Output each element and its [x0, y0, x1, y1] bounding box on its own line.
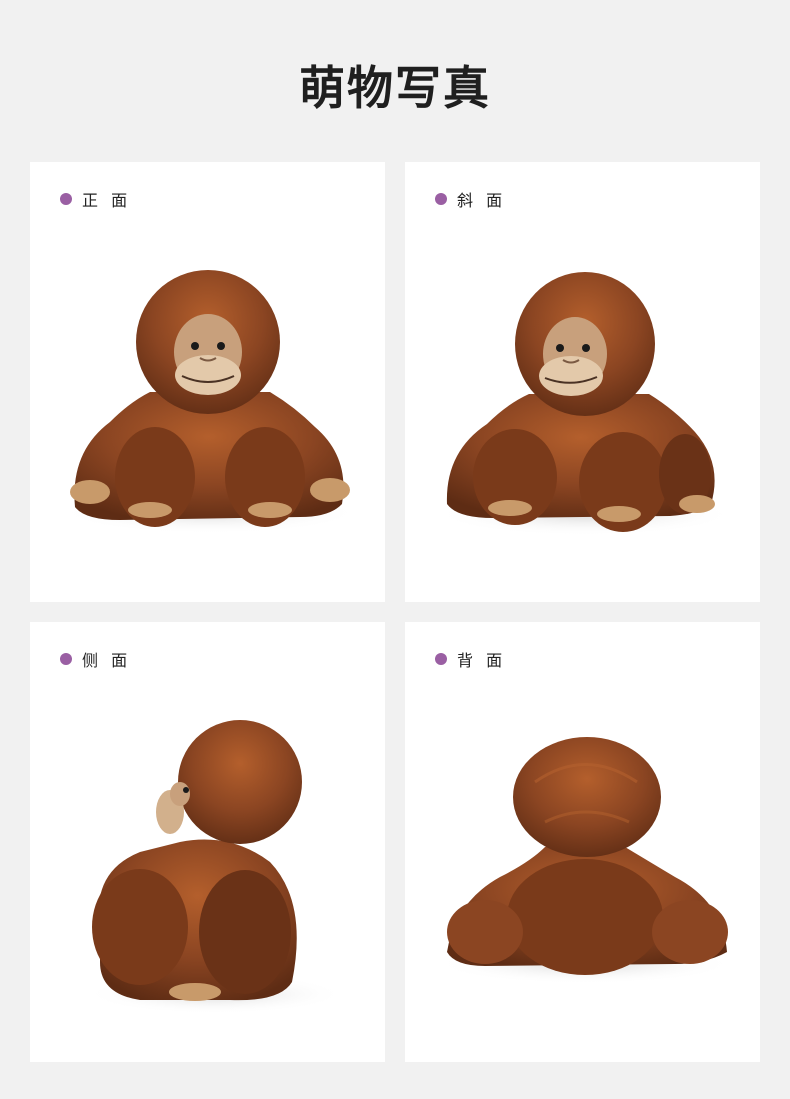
bullet-dot-icon: [60, 193, 72, 205]
page-title: 萌物写真: [299, 61, 491, 115]
card-label-text: 侧 面: [82, 651, 132, 670]
card-label-angled: 斜 面: [435, 187, 506, 211]
photo-card-back: 背 面: [405, 622, 760, 1062]
photo-card-angled: 斜 面: [405, 162, 760, 602]
card-label-back: 背 面: [435, 647, 506, 671]
bullet-dot-icon: [60, 653, 72, 665]
orangutan-plush-side-photo: [85, 720, 345, 1014]
orangutan-plush-front-photo: [60, 270, 360, 534]
card-label-text: 正 面: [82, 191, 132, 210]
orangutan-plush-back-photo: [435, 737, 735, 984]
card-label-text: 斜 面: [457, 191, 507, 210]
bullet-dot-icon: [435, 193, 447, 205]
card-label-front: 正 面: [60, 187, 131, 211]
photo-card-side: 侧 面: [30, 622, 385, 1062]
bullet-dot-icon: [435, 653, 447, 665]
orangutan-plush-angled-photo: [435, 272, 735, 536]
card-label-side: 侧 面: [60, 647, 131, 671]
photo-card-front: 正 面: [30, 162, 385, 602]
card-label-text: 背 面: [457, 651, 507, 670]
